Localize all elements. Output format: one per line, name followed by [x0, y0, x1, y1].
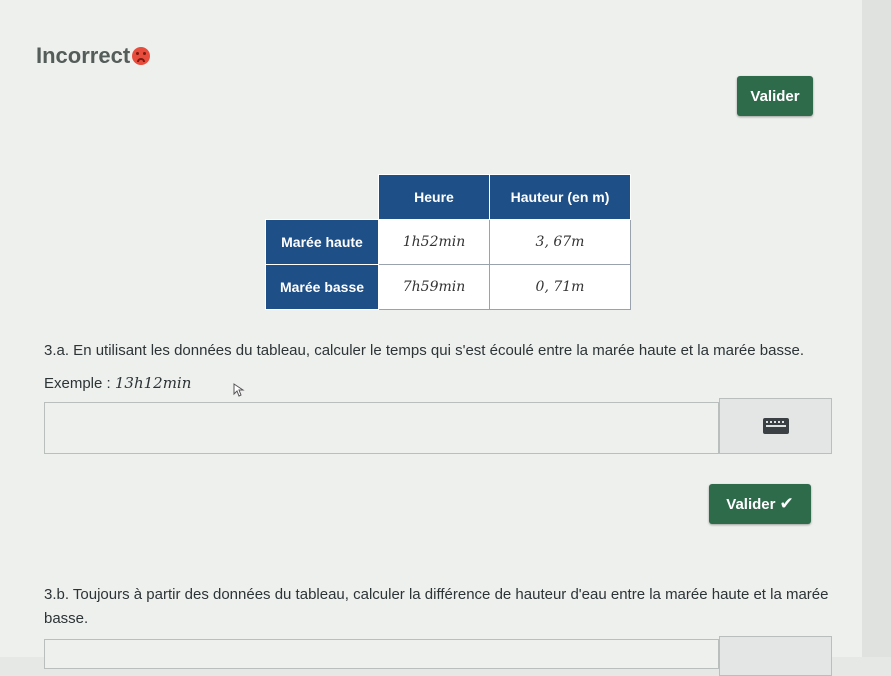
example-value: 13h12min: [114, 374, 192, 392]
question-a-text: 3.a. En utilisant les données du tableau…: [44, 342, 804, 359]
answer-input-b[interactable]: [44, 639, 719, 669]
question-b-text: 3.b. Toujours à partir des données du ta…: [44, 586, 829, 627]
cell-hauteur-basse: 0, 71m: [489, 264, 631, 310]
example-line: Exemple : 13h12min: [44, 371, 191, 396]
table-row: Marée haute 1h52min 3, 67m: [265, 219, 631, 265]
table-header-row: Heure Hauteur (en m): [266, 174, 631, 220]
virtual-keyboard-button-b[interactable]: [719, 636, 832, 676]
validate-button-a-label: Valider: [726, 495, 776, 513]
tide-table: Heure Hauteur (en m) Marée haute 1h52min…: [265, 174, 631, 310]
validate-button-a[interactable]: Valider ✔: [709, 484, 811, 524]
cell-heure-haute: 1h52min: [378, 219, 490, 265]
page-panel: [0, 0, 862, 657]
validate-button-top-label: Valider: [750, 87, 800, 105]
table-header-heure: Heure: [378, 174, 490, 220]
check-icon: ✔: [779, 494, 794, 513]
row-label-maree-basse: Marée basse: [265, 264, 379, 310]
right-gutter: [862, 0, 891, 657]
table-row: Marée basse 7h59min 0, 71m: [265, 264, 631, 310]
answer-input-a[interactable]: [44, 402, 719, 454]
top-strip-text: [40, 3, 440, 13]
keyboard-icon: [762, 418, 789, 434]
virtual-keyboard-button[interactable]: [719, 398, 832, 454]
mouse-cursor-icon: [233, 383, 245, 397]
cell-hauteur-haute: 3, 67m: [489, 219, 631, 265]
sad-face-icon: [132, 47, 151, 65]
cell-heure-basse: 7h59min: [378, 264, 490, 310]
example-label: Exemple :: [44, 375, 111, 392]
row-label-maree-haute: Marée haute: [265, 219, 379, 265]
status-row: Incorrect: [36, 43, 151, 69]
validate-button-top[interactable]: Valider: [737, 76, 813, 116]
table-header-hauteur: Hauteur (en m): [489, 174, 631, 220]
status-text: Incorrect: [36, 43, 131, 68]
table-header-empty: [266, 175, 379, 220]
